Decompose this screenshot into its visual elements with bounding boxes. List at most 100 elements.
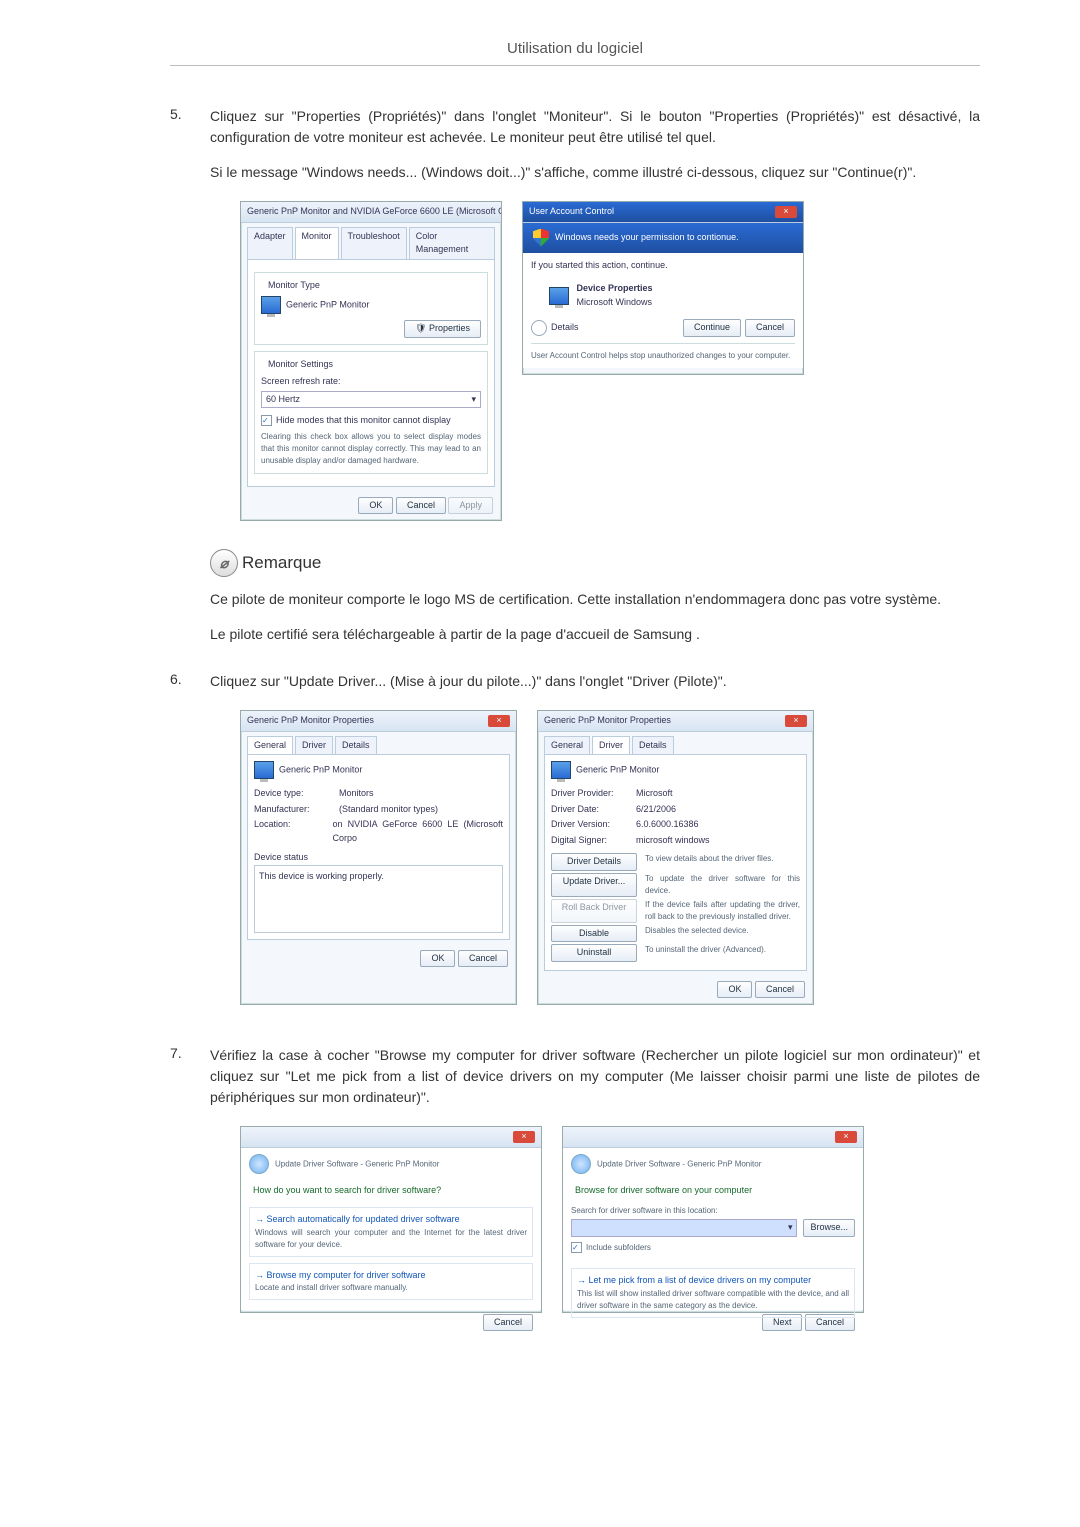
- device-status-label: Device status: [254, 851, 503, 865]
- version-value: 6.0.6000.16386: [636, 818, 699, 832]
- update1-opt2[interactable]: → Browse my computer for driver software…: [249, 1263, 533, 1301]
- tab-troubleshoot[interactable]: Troubleshoot: [341, 227, 407, 259]
- tab-details[interactable]: Details: [632, 736, 674, 755]
- location-input[interactable]: ▾: [571, 1219, 797, 1237]
- monitor-icon: [549, 287, 569, 305]
- update2-search-loc-label: Search for driver software in this locat…: [571, 1205, 855, 1217]
- cancel-button[interactable]: Cancel: [458, 950, 508, 968]
- version-label: Driver Version:: [551, 818, 636, 832]
- props-general-dialog: Generic PnP Monitor Properties × General…: [240, 710, 517, 1005]
- close-icon[interactable]: ×: [835, 1131, 857, 1143]
- tab-adapter[interactable]: Adapter: [247, 227, 293, 259]
- step-5-number: 5.: [170, 106, 210, 659]
- monitor-icon: [261, 296, 281, 314]
- disable-help: Disables the selected device.: [645, 925, 800, 943]
- driver-details-help: To view details about the driver files.: [645, 853, 800, 871]
- close-icon[interactable]: ×: [488, 715, 510, 727]
- disable-button[interactable]: Disable: [551, 925, 637, 943]
- uac-device-properties: Device Properties: [577, 283, 653, 293]
- monitor-icon: [551, 761, 571, 779]
- mfr-value: (Standard monitor types): [339, 803, 438, 817]
- uac-headline: Windows needs your permission to contion…: [555, 231, 739, 245]
- signer-label: Digital Signer:: [551, 834, 636, 848]
- back-icon[interactable]: [249, 1154, 269, 1174]
- update2-heading: Browse for driver software on your compu…: [575, 1184, 855, 1198]
- update1-opt1-help: Windows will search your computer and th…: [255, 1227, 527, 1251]
- driver-details-button[interactable]: Driver Details: [551, 853, 637, 871]
- cancel-button[interactable]: Cancel: [745, 319, 795, 337]
- back-icon[interactable]: [571, 1154, 591, 1174]
- devtype-value: Monitors: [339, 787, 374, 801]
- cancel-button[interactable]: Cancel: [396, 497, 446, 515]
- note-icon: ⌀: [210, 549, 238, 577]
- remark-label: Remarque: [242, 550, 321, 576]
- date-value: 6/21/2006: [636, 803, 676, 817]
- step-6-p1: Cliquez sur "Update Driver... (Mise à jo…: [210, 671, 980, 692]
- uninstall-help: To uninstall the driver (Advanced).: [645, 944, 800, 962]
- cancel-button[interactable]: Cancel: [755, 981, 805, 999]
- chevron-down-icon: ▾: [471, 393, 476, 407]
- tab-driver[interactable]: Driver: [295, 736, 333, 755]
- uac-ms-windows: Microsoft Windows: [577, 297, 653, 307]
- tab-color-management[interactable]: Color Management: [409, 227, 495, 259]
- include-subfolders-label: Include subfolders: [586, 1243, 651, 1252]
- uac-if-started: If you started this action, continue.: [531, 259, 795, 273]
- loc-value: on NVIDIA GeForce 6600 LE (Microsoft Cor…: [333, 818, 504, 845]
- update-driver-1-dialog: × Update Driver Software - Generic PnP M…: [240, 1126, 542, 1313]
- update-driver-2-dialog: × Update Driver Software - Generic PnP M…: [562, 1126, 864, 1313]
- loc-label: Location:: [254, 818, 333, 845]
- monitor-name: Generic PnP Monitor: [286, 299, 369, 309]
- monitor-dialog-title: Generic PnP Monitor and NVIDIA GeForce 6…: [247, 205, 501, 219]
- properties-button[interactable]: 🛡 Properties: [404, 320, 481, 338]
- close-icon[interactable]: ×: [513, 1131, 535, 1143]
- shield-icon: [533, 229, 549, 247]
- browse-button[interactable]: Browse...: [803, 1219, 855, 1237]
- step-7-p1: Vérifiez la case à cocher "Browse my com…: [210, 1045, 980, 1108]
- uac-help: User Account Control helps stop unauthor…: [531, 350, 795, 362]
- apply-button[interactable]: Apply: [448, 497, 493, 515]
- tab-general[interactable]: General: [544, 736, 590, 755]
- monitor-type-label: Monitor Type: [265, 279, 323, 293]
- signer-value: microsoft windows: [636, 834, 710, 848]
- rollback-driver-button[interactable]: Roll Back Driver: [551, 899, 637, 923]
- step-7-number: 7.: [170, 1045, 210, 1341]
- props-name: Generic PnP Monitor: [576, 764, 659, 774]
- include-subfolders-checkbox[interactable]: [571, 1242, 582, 1253]
- update-driver-button[interactable]: Update Driver...: [551, 873, 637, 897]
- hide-modes-label: Hide modes that this monitor cannot disp…: [276, 415, 451, 425]
- chevron-down-icon[interactable]: [531, 320, 547, 336]
- chevron-down-icon: ▾: [788, 1221, 793, 1235]
- hide-modes-checkbox[interactable]: [261, 415, 272, 426]
- update2-pick-option[interactable]: → Let me pick from a list of device driv…: [571, 1268, 855, 1318]
- update1-opt1[interactable]: → Search automatically for updated drive…: [249, 1207, 533, 1257]
- tab-details[interactable]: Details: [335, 736, 377, 755]
- refresh-rate-label: Screen refresh rate:: [261, 375, 481, 389]
- update-driver-help: To update the driver software for this d…: [645, 873, 800, 897]
- tab-general[interactable]: General: [247, 736, 293, 755]
- hide-modes-help: Clearing this check box allows you to se…: [261, 431, 481, 467]
- uninstall-button[interactable]: Uninstall: [551, 944, 637, 962]
- close-icon[interactable]: ×: [775, 206, 797, 218]
- update2-breadcrumb: Update Driver Software - Generic PnP Mon…: [597, 1159, 761, 1168]
- monitor-icon: [254, 761, 274, 779]
- ok-button[interactable]: OK: [358, 497, 393, 515]
- uac-title: User Account Control: [529, 205, 614, 219]
- close-icon[interactable]: ×: [785, 715, 807, 727]
- details-toggle[interactable]: Details: [551, 321, 683, 335]
- cancel-button[interactable]: Cancel: [483, 1314, 533, 1332]
- page-title: Utilisation du logiciel: [170, 40, 980, 66]
- provider-label: Driver Provider:: [551, 787, 636, 801]
- tab-monitor[interactable]: Monitor: [295, 227, 339, 259]
- ok-button[interactable]: OK: [717, 981, 752, 999]
- update1-question: How do you want to search for driver sof…: [253, 1184, 533, 1198]
- device-status-box: This device is working properly.: [254, 865, 503, 933]
- continue-button[interactable]: Continue: [683, 319, 741, 337]
- refresh-rate-select[interactable]: 60 Hertz ▾: [261, 391, 481, 409]
- ok-button[interactable]: OK: [420, 950, 455, 968]
- props-driver-title: Generic PnP Monitor Properties: [544, 714, 671, 728]
- tab-driver[interactable]: Driver: [592, 736, 630, 755]
- step-6-number: 6.: [170, 671, 210, 1033]
- update1-breadcrumb: Update Driver Software - Generic PnP Mon…: [275, 1159, 439, 1168]
- uac-dialog: User Account Control × Windows needs you…: [522, 201, 804, 375]
- props-general-title: Generic PnP Monitor Properties: [247, 714, 374, 728]
